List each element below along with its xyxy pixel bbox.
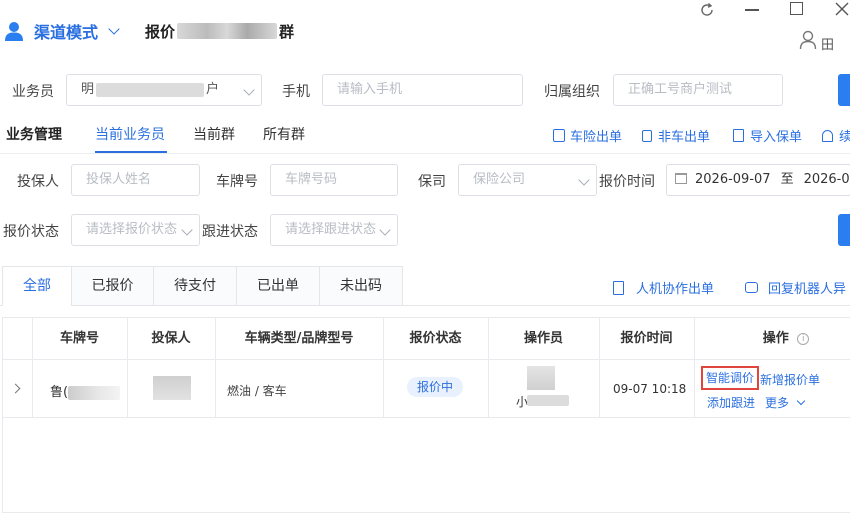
- minimize-icon[interactable]: [745, 9, 759, 11]
- cell-quote-time: 09-07 10:18: [613, 382, 687, 396]
- salesperson-select[interactable]: 明户: [66, 74, 262, 106]
- org-label: 归属组织: [544, 84, 600, 100]
- tab-current-group[interactable]: 当前群: [193, 124, 235, 144]
- plate-input[interactable]: 车牌号码: [270, 164, 398, 196]
- chevron-down-icon: [243, 84, 255, 96]
- bell-icon: [822, 129, 833, 142]
- query-button[interactable]: [838, 214, 850, 246]
- cell-plate: 鲁(: [50, 381, 121, 400]
- non-auto-issue-button[interactable]: 非车出单: [642, 126, 710, 145]
- mode-label: 渠道模式: [34, 23, 99, 42]
- quote-time-label: 报价时间: [599, 174, 655, 190]
- user-name: 田: [821, 38, 835, 53]
- human-machine-issue-button[interactable]: 人机协作出单: [613, 278, 714, 297]
- add-follow-link[interactable]: 添加跟进: [707, 394, 755, 411]
- status-tab-issued[interactable]: 已出单: [236, 266, 320, 306]
- col-header-time: 报价时间: [620, 331, 673, 346]
- chevron-down-icon: [796, 396, 806, 406]
- cell-insured: [153, 376, 191, 400]
- tab-all-groups[interactable]: 所有群: [263, 124, 305, 144]
- cell-operator: 小: [516, 366, 572, 410]
- insurer-select[interactable]: 保险公司: [458, 164, 597, 196]
- calendar-icon: [675, 173, 687, 184]
- tab-current-salesperson[interactable]: 当前业务员: [95, 124, 165, 144]
- plate-label: 车牌号: [216, 174, 258, 190]
- renew-button[interactable]: 续: [822, 126, 850, 145]
- status-tab-quoted[interactable]: 已报价: [71, 266, 154, 306]
- status-tab-no-code[interactable]: 未出码: [319, 266, 403, 306]
- quote-status-select[interactable]: 请选择报价状态: [71, 214, 200, 246]
- chevron-down-icon: [578, 174, 590, 186]
- add-quote-link[interactable]: 新增报价单: [760, 371, 820, 388]
- nav-divider: [0, 153, 850, 154]
- maximize-icon[interactable]: [790, 2, 803, 15]
- status-tab-pending-payment[interactable]: 待支付: [153, 266, 237, 306]
- refresh-icon[interactable]: [699, 2, 715, 18]
- lock-icon: [642, 129, 652, 142]
- close-icon[interactable]: [834, 1, 850, 17]
- col-header-vehicle: 车辆类型/品牌型号: [244, 331, 354, 346]
- col-header-insured: 投保人: [151, 331, 191, 346]
- col-header-operator: 操作员: [523, 331, 563, 346]
- phone-input[interactable]: 请输入手机: [322, 74, 523, 106]
- insurer-label: 保司: [418, 174, 446, 190]
- chevron-down-icon: [379, 224, 391, 236]
- cell-vehicle: 燃油 / 客车: [227, 384, 287, 398]
- org-input[interactable]: 正确工号商户测试: [613, 74, 783, 106]
- insured-label: 投保人: [17, 174, 59, 190]
- window-title: 报价 群: [145, 22, 295, 41]
- phone-label: 手机: [282, 84, 310, 100]
- col-header-plate: 车牌号: [59, 331, 99, 346]
- follow-status-select[interactable]: 请选择跟进状态: [270, 214, 398, 246]
- import-policy-button[interactable]: 导入保单: [733, 126, 802, 145]
- user-mode-icon: [4, 20, 24, 42]
- mode-switcher[interactable]: 渠道模式: [34, 20, 120, 42]
- quote-status-label: 报价状态: [3, 224, 59, 240]
- chevron-down-icon: [108, 23, 120, 35]
- info-icon[interactable]: i: [797, 332, 810, 345]
- car-doc-icon: [553, 129, 565, 142]
- col-header-status: 报价状态: [409, 331, 462, 346]
- more-dropdown[interactable]: 更多: [765, 394, 806, 411]
- status-tab-all[interactable]: 全部: [2, 266, 72, 306]
- section-title: 业务管理: [6, 127, 62, 143]
- date-from: 2026-09-07: [695, 172, 771, 187]
- smart-adjust-link[interactable]: 智能调价: [701, 366, 760, 390]
- date-to: 2026-09-0: [803, 172, 850, 187]
- import-icon: [733, 129, 744, 142]
- col-header-actions: 操作 i: [694, 318, 850, 360]
- status-badge: 报价中: [407, 377, 464, 397]
- document-icon: [613, 280, 624, 295]
- follow-status-label: 跟进状态: [202, 224, 258, 240]
- auto-issue-button[interactable]: 车险出单: [553, 126, 622, 145]
- robot-icon: [745, 282, 758, 293]
- search-button[interactable]: [838, 74, 850, 106]
- date-range-picker[interactable]: 2026-09-07至2026-09-0: [666, 164, 850, 196]
- reply-robot-button[interactable]: 回复机器人异: [745, 278, 846, 297]
- salesperson-label: 业务员: [12, 84, 54, 100]
- chevron-down-icon: [181, 224, 193, 236]
- user-avatar-icon[interactable]: [799, 30, 817, 50]
- insured-input[interactable]: 投保人姓名: [71, 164, 200, 196]
